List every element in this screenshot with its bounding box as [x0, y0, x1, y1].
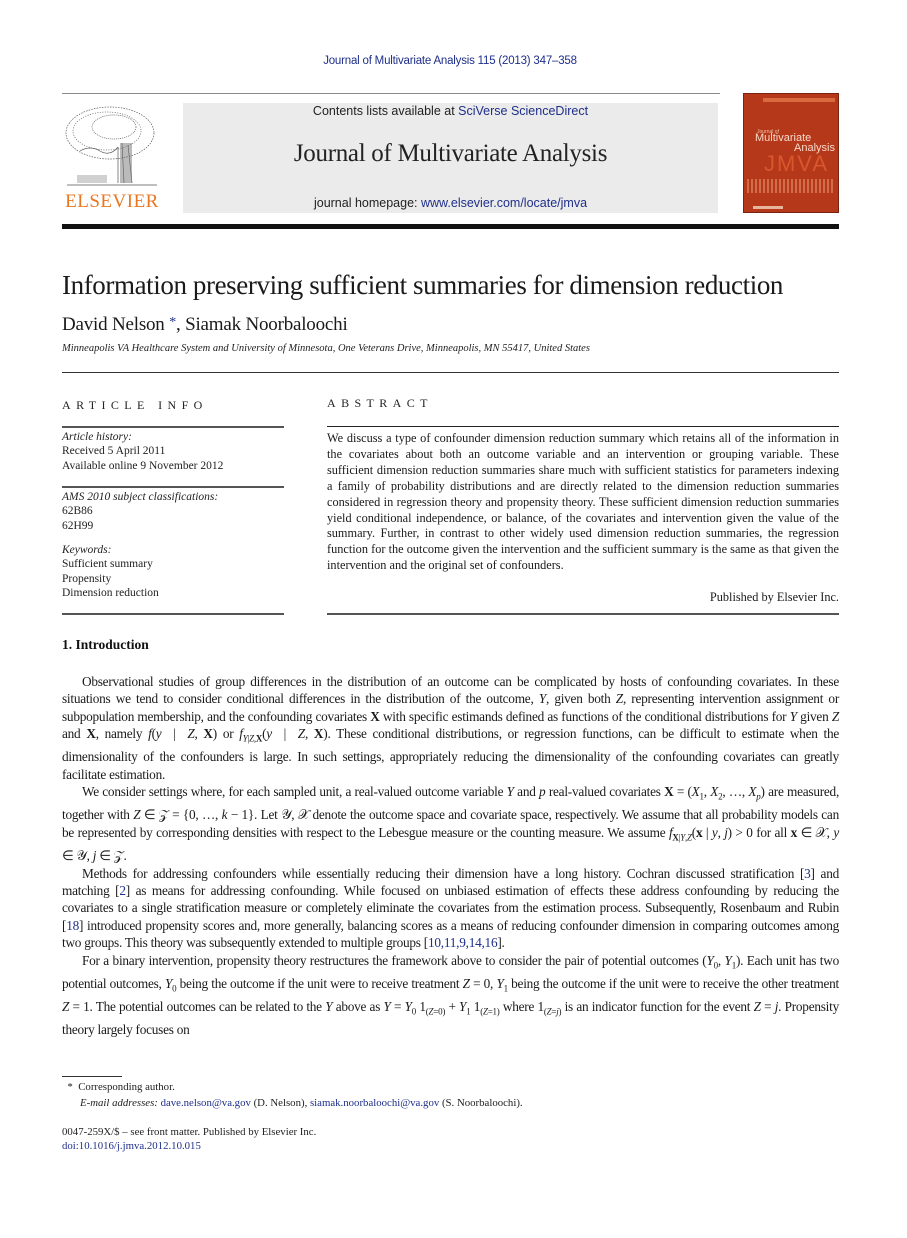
running-head[interactable]: Journal of Multivariate Analysis 115 (20…: [0, 55, 900, 67]
homepage-link[interactable]: www.elsevier.com/locate/jmva: [421, 196, 587, 210]
divider: [327, 426, 839, 427]
history-label: Article history:: [62, 431, 132, 443]
email-link[interactable]: siamak.noorbaloochi@va.gov: [310, 1097, 439, 1109]
author-list: David Nelson *, Siamak Noorbaloochi: [62, 314, 348, 336]
body-text: Observational studies of group differenc…: [62, 673, 839, 1039]
section-heading: 1. Introduction: [62, 637, 149, 652]
keywords: Keywords: Sufficient summary Propensity …: [62, 543, 284, 600]
abstract-text: We discuss a type of confounder dimensio…: [327, 431, 839, 573]
doi-link[interactable]: doi:10.1016/j.jmva.2012.10.015: [62, 1140, 201, 1152]
keyword: Dimension reduction: [62, 586, 159, 599]
corresponding-author-mark[interactable]: *: [169, 315, 176, 330]
cover-title: Multivariate Analysis: [755, 133, 835, 154]
abstract-heading: ABSTRACT: [327, 396, 433, 410]
author-separator: ,: [176, 314, 186, 335]
footnote-corresponding: * Corresponding author.: [62, 1080, 175, 1095]
cover-header-bar: [763, 98, 835, 102]
article-title: Information preserving sufficient summar…: [62, 270, 784, 300]
keyword: Propensity: [62, 572, 112, 585]
available-date: Available online 9 November 2012: [62, 459, 224, 472]
article-info-heading: ARTICLE INFO: [62, 398, 208, 412]
elsevier-wordmark: ELSEVIER: [65, 191, 159, 212]
citation-link[interactable]: 18: [66, 918, 79, 933]
email-label: E-mail addresses:: [80, 1097, 161, 1109]
header-rule: [62, 93, 720, 94]
cover-footer: [753, 206, 783, 209]
footnote-text: Corresponding author.: [78, 1081, 175, 1093]
email-owner: (D. Nelson),: [250, 1097, 310, 1109]
ams-code: 62B86: [62, 505, 93, 518]
divider: [62, 372, 839, 373]
header-thick-rule: [62, 224, 839, 229]
divider: [62, 426, 284, 428]
elsevier-tree-icon: [65, 106, 157, 186]
journal-cover[interactable]: Journal of Multivariate Analysis JMVA: [743, 93, 839, 213]
published-by: Published by Elsevier Inc.: [709, 590, 839, 604]
article-history: Article history: Received 5 April 2011 A…: [62, 430, 284, 473]
contents-prefix: Contents lists available at: [312, 104, 459, 118]
keywords-label: Keywords:: [62, 544, 112, 556]
doi-line: doi:10.1016/j.jmva.2012.10.015: [62, 1139, 201, 1154]
author-name: David Nelson: [62, 314, 165, 335]
paragraph: Observational studies of group differenc…: [62, 674, 839, 782]
sciencedirect-link[interactable]: SciVerse ScienceDirect: [458, 104, 588, 118]
issn-line: 0047-259X/$ – see front matter. Publishe…: [62, 1126, 317, 1138]
cover-abbrev: JMVA: [763, 151, 830, 176]
homepage-line: journal homepage: www.elsevier.com/locat…: [183, 196, 718, 210]
email-owner: (S. Noorbaloochi).: [439, 1097, 523, 1109]
homepage-prefix: journal homepage:: [313, 196, 421, 210]
cover-pattern: [747, 179, 835, 193]
citation-link[interactable]: 10,11,9,14,16: [428, 935, 498, 950]
ams-classifications: AMS 2010 subject classifications: 62B86 …: [62, 490, 284, 533]
received-date: Received 5 April 2011: [62, 445, 166, 458]
footnote-emails: E-mail addresses: dave.nelson@va.gov (D.…: [80, 1096, 523, 1111]
divider: [62, 486, 284, 488]
paragraph: For a binary intervention, propensity th…: [62, 952, 839, 1038]
divider: [327, 613, 839, 615]
author-name: Siamak Noorbaloochi: [185, 314, 348, 335]
ams-label: AMS 2010 subject classifications:: [62, 491, 219, 503]
divider: [62, 613, 284, 615]
journal-title: Journal of Multivariate Analysis: [293, 140, 608, 167]
contents-line: Contents lists available at SciVerse Sci…: [183, 104, 718, 118]
paragraph: We consider settings where, for each sam…: [62, 784, 840, 864]
paragraph: Methods for addressing confounders while…: [62, 865, 840, 951]
footnote-star: *: [67, 1081, 73, 1093]
footnote-rule: [62, 1076, 122, 1077]
keyword: Sufficient summary: [62, 558, 153, 571]
ams-code: 62H99: [62, 519, 94, 532]
email-link[interactable]: dave.nelson@va.gov: [161, 1097, 251, 1109]
affiliation: Minneapolis VA Healthcare System and Uni…: [62, 343, 590, 354]
elsevier-logo: ELSEVIER: [62, 103, 162, 213]
